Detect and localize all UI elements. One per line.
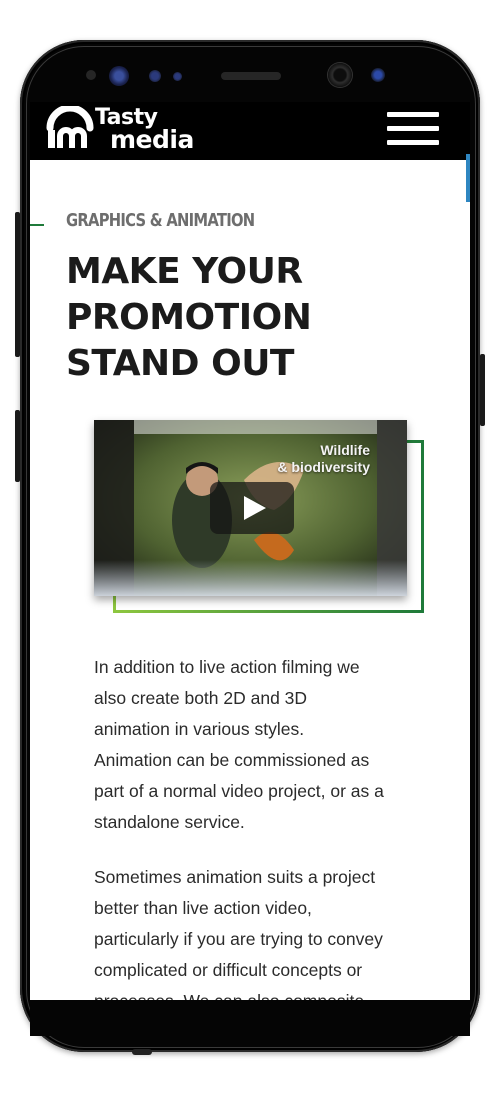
video-player[interactable]: Wildlife & biodiversity [94,420,407,596]
video-caption-line: Wildlife [320,442,370,458]
light-sensor-icon [149,70,161,82]
volume-up-button [15,212,20,357]
paragraph-line: better than live action video, [94,898,312,918]
phone-screen: Tasty media GRAPHICS & ANIMATION MAKE YO… [30,102,470,1000]
title-line: PROMOTION [66,297,312,338]
logo-mark-icon [46,106,94,148]
paragraph-line: In addition to live action filming we [94,657,360,677]
page-title: MAKE YOUR PROMOTION STAND OUT [66,249,312,387]
paragraph-line: complicated or difficult concepts or [94,960,363,980]
paragraph-line: standalone service. [94,812,245,832]
second-paragraph: Sometimes animation suits a project bett… [94,862,424,1000]
volume-down-button [15,410,20,482]
logo-text-media: media [110,125,194,154]
title-line: MAKE YOUR [66,251,303,292]
paragraph-line: Sometimes animation suits a project [94,867,376,887]
hamburger-menu-icon [387,112,439,117]
hamburger-menu-button[interactable] [384,110,442,150]
front-camera-icon [328,63,352,87]
video-caption: Wildlife & biodiversity [270,442,370,476]
proximity-sensor-icon [86,70,96,80]
section-eyebrow: GRAPHICS & ANIMATION [66,210,255,231]
hamburger-bar [387,140,439,145]
scrollbar-thumb[interactable] [466,154,470,202]
site-header: Tasty media [30,102,470,160]
phone-bottom-port [132,1049,152,1055]
title-line: STAND OUT [66,343,295,384]
iris-scanner-icon [109,66,129,86]
intro-paragraph: In addition to live action filming we al… [94,652,424,838]
earpiece-speaker [221,72,281,80]
eyebrow-accent-line [30,224,44,226]
paragraph-line: animation in various styles. [94,719,305,739]
play-icon [244,496,266,520]
paragraph-line: also create both 2D and 3D [94,688,308,708]
paragraph-line: processes. We can also composite [94,986,424,1000]
hamburger-bar [387,126,439,131]
power-button [480,354,485,426]
paragraph-line: particularly if you are trying to convey [94,929,383,949]
play-button[interactable] [210,482,294,534]
bottom-bezel [30,1000,470,1036]
paragraph-line: part of a normal video project, or as a [94,781,384,801]
paragraph-line: Animation can be commissioned as [94,750,370,770]
tasty-media-logo[interactable]: Tasty media [44,106,214,156]
camera-flash-icon [371,68,385,82]
led-indicator-icon [173,72,182,81]
video-caption-line: & biodiversity [277,459,370,475]
